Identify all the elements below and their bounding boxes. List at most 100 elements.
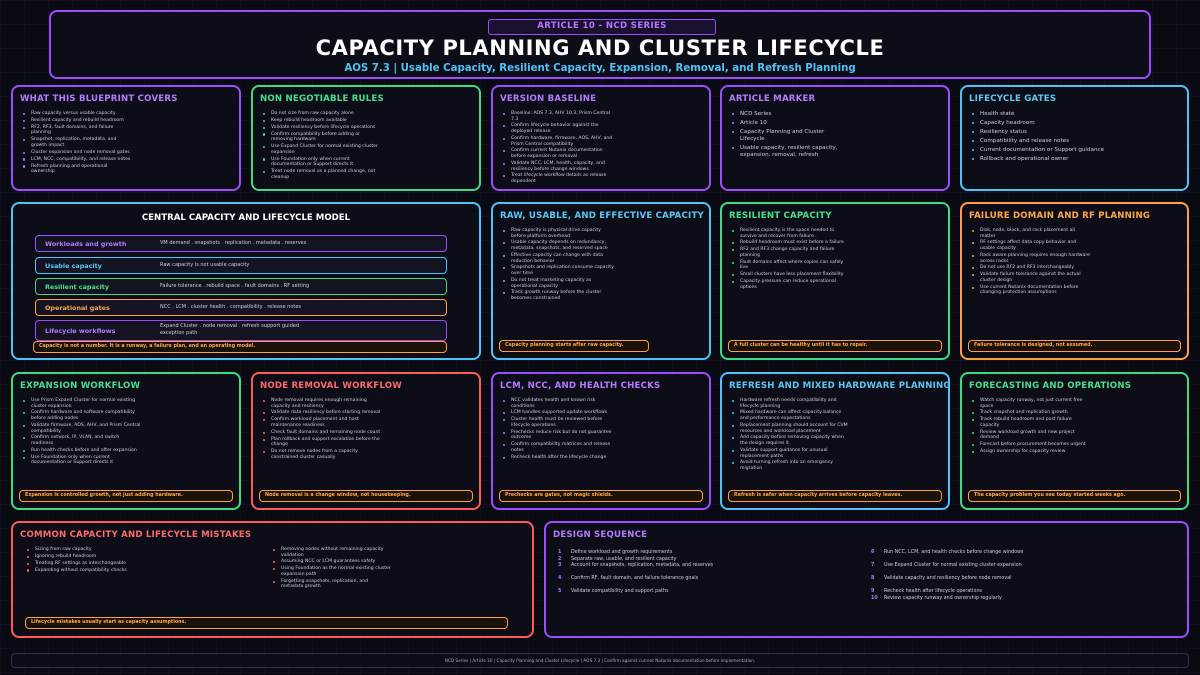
step-number: 4 <box>558 576 562 581</box>
list-item: Confirm lifecycle behavior against the d… <box>501 123 616 134</box>
step-text: Validate compatibility and support paths <box>571 589 669 594</box>
resilient-title: RESILIENT CAPACITY <box>729 211 832 221</box>
marker-title: ARTICLE MARKER <box>729 94 816 104</box>
rules-title: NON NEGOTIABLE RULES <box>260 94 384 104</box>
list-item: Resiliency status <box>970 129 1179 136</box>
model-row-desc: Raw capacity is not usable capacity <box>160 262 250 268</box>
list-item: Compatibility and release notes <box>970 138 1179 145</box>
removal-card: NODE REMOVAL WORKFLOW Node removal requi… <box>251 372 481 510</box>
model-row-label: Operational gates <box>45 304 110 312</box>
gates-card: LIFECYCLE GATES Health state Capacity he… <box>960 85 1189 191</box>
list-item: Fault domains affect where copies can sa… <box>730 260 850 271</box>
list-item: Use Expand Cluster for normal existing c… <box>261 144 381 155</box>
list-item: Rebuild headroom must exist before a fai… <box>730 240 850 246</box>
mistakes-callout: Lifecycle mistakes usually start as capa… <box>25 617 508 629</box>
resilient-card: RESILIENT CAPACITY Resilient capacity is… <box>720 202 950 360</box>
list-item: Validate data resiliency before starting… <box>261 410 381 416</box>
failure-domain-card: FAILURE DOMAIN AND RF PLANNING Disk, nod… <box>960 202 1189 360</box>
refresh-card: REFRESH AND MIXED HARDWARE PLANNING Hard… <box>720 372 950 510</box>
list-item: Assuming NCC or LCM guarantees safety <box>271 559 391 565</box>
step-number: 3 <box>558 563 562 568</box>
step-text: Account for snapshots, replication, meta… <box>571 563 714 568</box>
list-item: Usable capacity depends on redundancy, m… <box>501 240 616 251</box>
list-item: Confirm current Nutanix documentation be… <box>501 148 616 159</box>
list-item: Do not size from raw capacity alone <box>261 111 381 117</box>
list-item: Capacity pressure can reduce operational… <box>730 279 850 290</box>
list-item: Ignoring rebuild headroom <box>25 554 205 560</box>
list-item: Keep rebuild headroom available <box>261 118 381 124</box>
list-item: Treat node removal as a planned change, … <box>261 169 381 180</box>
central-model-card: CENTRAL CAPACITY AND LIFECYCLE MODEL Wor… <box>11 202 481 360</box>
list-item: Mixed hardware can affect capacity balan… <box>730 410 850 421</box>
list-item: RF settings affect data copy behavior an… <box>970 240 1090 251</box>
list-item: Validate firmware, AOS, AHV, and Prism C… <box>21 423 141 434</box>
step-text: Recheck health after lifecycle operation… <box>884 589 982 594</box>
version-card: VERSION BASELINE Baseline: AOS 7.3, AHV … <box>491 85 711 191</box>
list-item: Use current Nutanix documentation before… <box>970 285 1090 296</box>
blueprint-title: WHAT THIS BLUEPRINT COVERS <box>20 94 178 104</box>
list-item: Resilient capacity and rebuild headroom <box>21 118 131 124</box>
list-item: Avoid turning refresh into an emergency … <box>730 460 850 471</box>
step-number: 9 <box>871 589 875 594</box>
refresh-callout: Refresh is safer when capacity arrives b… <box>728 490 942 502</box>
list-item: LCM handles supported update workflows <box>501 410 616 416</box>
footer-bar: NCD Series | Article 10 | Capacity Plann… <box>11 653 1189 668</box>
list-item: Resilient capacity is the space needed t… <box>730 228 850 239</box>
mistakes-title: COMMON CAPACITY AND LIFECYCLE MISTAKES <box>20 530 252 540</box>
sequence-col-left: 1 Define workload and growth requirements… <box>558 550 858 610</box>
step-number: 5 <box>558 589 562 594</box>
list-item: Small clusters have less placement flexi… <box>730 272 850 278</box>
expansion-callout: Expansion is controlled growth, not just… <box>19 490 233 502</box>
step-number: 6 <box>871 550 875 555</box>
list-item: Use Foundation only when current documen… <box>21 455 141 466</box>
article-tag: ARTICLE 10 - NCD SERIES <box>488 19 716 35</box>
step-text: Define workload and growth requirements <box>571 550 673 555</box>
version-title: VERSION BASELINE <box>500 94 597 104</box>
footer-text: NCD Series | Article 10 | Capacity Plann… <box>444 657 756 663</box>
sequence-col-right: 6 Run NCC, LCM, and health checks before … <box>871 550 1171 610</box>
refresh-list: Hardware refresh needs compatibility and… <box>730 398 850 473</box>
step-text: Confirm RF, fault domain, and failure to… <box>571 576 699 581</box>
forecast-list: Watch capacity runway, not just current … <box>970 398 1090 456</box>
list-item: Capacity Planning and Cluster Lifecycle <box>730 129 850 143</box>
mistakes-card: COMMON CAPACITY AND LIFECYCLE MISTAKES S… <box>11 521 534 638</box>
list-item: Validate support guidance for unusual re… <box>730 448 850 459</box>
list-item: Refresh planning and operational ownersh… <box>21 164 131 175</box>
removal-list: Node removal requires enough remaining c… <box>261 398 381 462</box>
step-text: Separate raw, usable, and resilient capa… <box>571 556 677 562</box>
list-item: Capacity headroom <box>970 120 1179 127</box>
list-item: Snapshot, replication, metadata, and gro… <box>21 137 131 148</box>
list-item: Disk, node, block, and rack placement al… <box>970 228 1090 239</box>
model-row-label: Lifecycle workflows <box>45 327 116 335</box>
list-item: Forecast before procurement becomes urge… <box>970 442 1090 448</box>
gates-list: Health state Capacity headroom Resilienc… <box>970 111 1179 165</box>
model-row-label: Usable capacity <box>45 262 102 270</box>
list-item: Confirm workload placement and host main… <box>261 417 381 428</box>
model-row-lifecycle: Lifecycle workflows Expand Cluster . nod… <box>35 320 447 341</box>
model-row-desc: Expand Cluster . node removal . refresh … <box>160 323 300 336</box>
raw-list: Raw capacity is physical drive capacity … <box>501 228 616 303</box>
list-item: Validate NCC, LCM, health, capacity, and… <box>501 161 616 172</box>
list-item: Replacement planning should account for … <box>730 423 850 434</box>
list-item: Removing nodes without remaining capacit… <box>271 547 391 558</box>
list-item: Forgetting snapshots, replication, and m… <box>271 579 391 590</box>
list-item: Track rebuild headroom and post failure … <box>970 417 1090 428</box>
model-row-label: Workloads and growth <box>45 240 127 248</box>
header-banner: ARTICLE 10 - NCD SERIES CAPACITY PLANNIN… <box>49 10 1151 79</box>
lcm-callout: Prechecks are gates, not magic shields. <box>499 490 703 502</box>
step-text: Run NCC, LCM, and health checks before c… <box>884 550 1024 555</box>
resilient-list: Resilient capacity is the space needed t… <box>730 228 850 292</box>
list-item: Article 10 <box>730 120 850 127</box>
lcm-list: NCC validates health and known risk cond… <box>501 398 616 462</box>
list-item: Confirm compatibility before adding or r… <box>261 132 381 143</box>
raw-title: RAW, USABLE, AND EFFECTIVE CAPACITY <box>500 211 704 221</box>
expansion-card: EXPANSION WORKFLOW Use Prism Expand Clus… <box>11 372 241 510</box>
list-item: LCM, NCC, compatibility, and release not… <box>21 157 131 163</box>
list-item: Usable capacity, resilient capacity, exp… <box>730 145 850 159</box>
model-row-desc: VM demand . snapshots . replication . me… <box>160 240 307 246</box>
list-item: Cluster expansion and node removal gates <box>21 150 131 156</box>
removal-callout: Node removal is a change window, not hou… <box>259 490 473 502</box>
model-callout: Capacity is not a number. It is a runway… <box>33 341 447 353</box>
list-item: Recheck health after the lifecycle chang… <box>501 455 616 461</box>
model-title: CENTRAL CAPACITY AND LIFECYCLE MODEL <box>141 213 351 223</box>
